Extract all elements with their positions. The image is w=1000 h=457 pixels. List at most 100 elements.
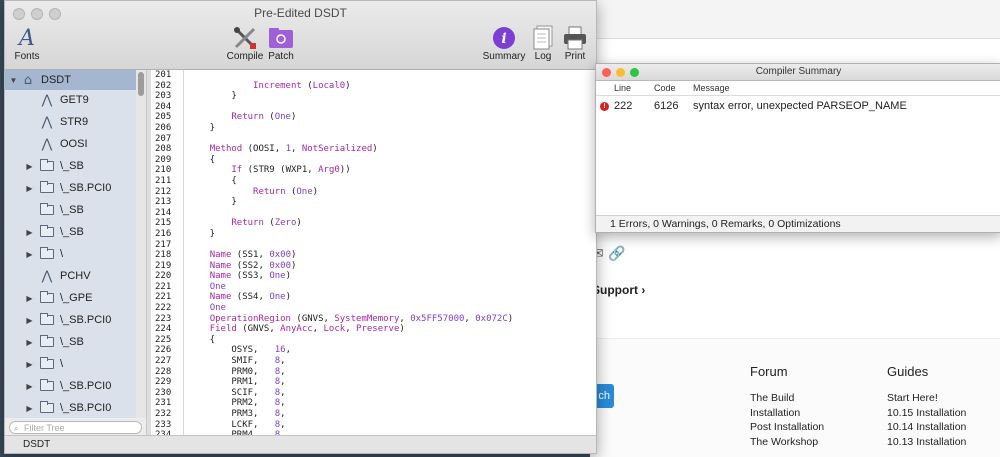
sidebar-item-root[interactable]: ▼ ⌂ DSDT — [5, 70, 139, 90]
fonts-button[interactable]: A Fonts — [13, 25, 41, 63]
close-button[interactable] — [602, 68, 611, 77]
line-number: 228 — [155, 366, 172, 377]
code-line: OperationRegion (GNVS, SystemMemory, 0x5… — [209, 313, 514, 324]
line-number: 215 — [155, 218, 172, 229]
column-message[interactable]: Message — [693, 81, 730, 95]
guides-link[interactable]: 10.14 Installation — [887, 420, 966, 435]
disclosure-triangle[interactable]: ▶ — [25, 360, 34, 369]
folder-icon — [40, 313, 54, 325]
method-icon: ⋀ — [41, 268, 53, 284]
disclosure-triangle[interactable]: ▶ — [25, 184, 34, 193]
sidebar-item[interactable]: ▶ \ — [5, 354, 146, 374]
guides-link[interactable]: Start Here! — [887, 391, 966, 406]
support-link[interactable]: Support › — [592, 283, 645, 297]
guides-column: Guides Start Here! 10.15 Installation 10… — [887, 364, 966, 449]
patch-button[interactable]: Patch — [265, 25, 297, 62]
line-number: 230 — [155, 387, 172, 398]
sidebar-item[interactable]: ▶ \_SB.PCI0 — [5, 310, 146, 330]
code-line: Method (OOSI, 1, NotSerialized) — [209, 144, 378, 155]
sidebar-item[interactable]: ⋀ OOSI — [5, 134, 146, 154]
disclosure-triangle[interactable]: ▶ — [25, 338, 34, 347]
line-number: 220 — [155, 271, 172, 282]
disclosure-triangle[interactable]: ▶ — [25, 382, 34, 391]
code-line: If (STR9 (WXP1, Arg0)) — [231, 165, 351, 176]
disclosure-triangle[interactable]: ▶ — [25, 316, 34, 325]
table-row[interactable]: ! 222 6126 syntax error, unexpected PARS… — [596, 98, 1000, 114]
code-editor[interactable]: Increment (Local0) } Return (One) } Meth… — [184, 70, 596, 435]
code-line: OSYS, 16, — [231, 345, 291, 356]
sidebar-item-label: \_SB — [60, 204, 84, 216]
sidebar-item[interactable]: \_SB — [5, 200, 146, 220]
code-line: One — [209, 281, 226, 292]
code-line: LCKF, 8, — [231, 419, 286, 430]
forum-column: Forum The Build Installation Post Instal… — [750, 364, 824, 449]
line-number-gutter: 201 202 203 204 205 206 207 208 209 210 211 212 213 2… — [151, 70, 184, 435]
guides-link[interactable]: 10.15 Installation — [887, 406, 966, 421]
code-line: One — [209, 303, 226, 314]
code-line: } — [188, 91, 237, 102]
column-line[interactable]: Line — [614, 81, 631, 95]
sidebar-item[interactable]: ▶ \ — [5, 244, 146, 264]
error-icon: ! — [600, 102, 609, 111]
sidebar-item[interactable]: ▶ \_SB — [5, 156, 146, 176]
code-line: PRM0, 8, — [231, 366, 286, 377]
sidebar-scrollbar[interactable] — [136, 70, 146, 418]
forum-link[interactable]: The Build — [750, 391, 824, 406]
disclosure-triangle[interactable]: ▶ — [25, 404, 34, 413]
sidebar-item[interactable]: ▶ \_SB.PCI0 — [5, 398, 146, 418]
line-number: 211 — [155, 175, 172, 186]
forum-link[interactable]: Installation — [750, 406, 824, 421]
sidebar-item[interactable]: ▶ \_SB — [5, 222, 146, 242]
folder-icon — [40, 335, 54, 347]
forum-link[interactable]: The Workshop — [750, 435, 824, 450]
log-button[interactable]: Log — [529, 25, 557, 62]
sidebar-item[interactable]: ⋀ STR9 — [5, 112, 146, 132]
sidebar-item[interactable]: ▶ \_GPE — [5, 288, 146, 308]
sidebar-item[interactable]: ▶ \_SB.PCI0 — [5, 376, 146, 396]
sidebar-item[interactable]: ▶ \_SB.PCI0 — [5, 178, 146, 198]
line-number: 212 — [155, 186, 172, 197]
sidebar-item-label: \_SB.PCI0 — [60, 402, 112, 414]
scroll-thumb[interactable] — [138, 72, 144, 96]
line-number: 231 — [155, 398, 172, 409]
line-number: 222 — [155, 303, 172, 314]
home-icon: ⌂ — [23, 72, 33, 88]
minimize-button[interactable] — [616, 68, 625, 77]
patch-label: Patch — [268, 51, 294, 62]
share-icons: ✉ 🔗 — [592, 246, 626, 262]
disclosure-triangle[interactable]: ▶ — [25, 228, 34, 237]
line-number: 204 — [155, 101, 172, 112]
line-number: 209 — [155, 154, 172, 165]
zoom-button[interactable] — [630, 68, 639, 77]
folder-icon — [40, 379, 54, 391]
line-number: 213 — [155, 197, 172, 208]
error-code: 6126 — [654, 100, 679, 112]
code-line: Return (Zero) — [231, 218, 302, 229]
disclosure-triangle[interactable]: ▶ — [25, 162, 34, 171]
error-line: 222 — [614, 100, 633, 112]
sidebar-item[interactable]: ▶ \_SB — [5, 332, 146, 352]
line-number: 216 — [155, 228, 172, 239]
compiler-footer: 1 Errors, 0 Warnings, 0 Remarks, 0 Optim… — [596, 215, 1000, 232]
sidebar-item[interactable]: ⋀ PCHV — [5, 266, 146, 286]
line-number: 214 — [155, 207, 172, 218]
sidebar-item[interactable]: ⋀ GET9 — [5, 90, 146, 110]
code-line: { — [188, 175, 237, 186]
disclosure-triangle[interactable]: ▶ — [25, 250, 34, 259]
summary-button[interactable]: i Summary — [481, 25, 527, 62]
method-icon: ⋀ — [41, 92, 53, 108]
forum-link[interactable]: Post Installation — [750, 420, 824, 435]
compile-button[interactable]: Compile — [225, 25, 265, 62]
filter-tree-input[interactable]: ⌕ Filter Tree — [9, 421, 142, 434]
column-code[interactable]: Code — [654, 81, 676, 95]
guides-link[interactable]: 10.13 Installation — [887, 435, 966, 450]
disclosure-triangle[interactable]: ▶ — [25, 294, 34, 303]
titlebar: Pre-Edited DSDT A Fonts Compile Patch i … — [5, 1, 596, 70]
code-line: Field (GNVS, AnyAcc, Lock, Preserve) — [209, 324, 405, 335]
disclosure-triangle[interactable]: ▼ — [9, 76, 18, 85]
patch-icon — [269, 28, 293, 48]
print-button[interactable]: Print — [561, 25, 589, 62]
folder-icon — [40, 291, 54, 303]
folder-icon — [40, 357, 54, 369]
